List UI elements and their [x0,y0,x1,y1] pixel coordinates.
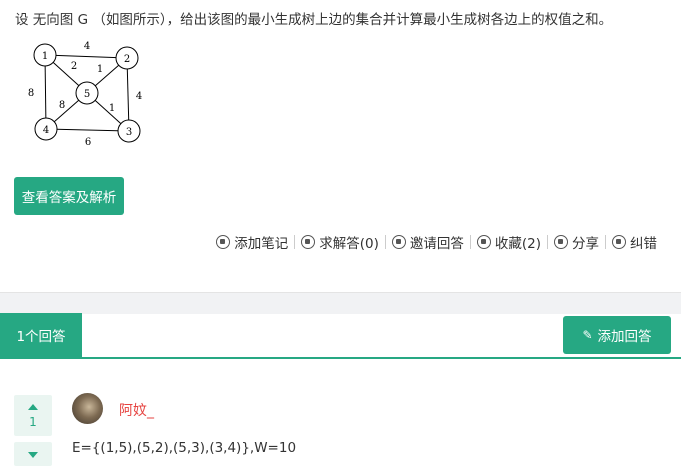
answer-content: E={(1,5),(5,2),(5,3),(3,4)},W=10 [72,440,297,456]
pencil-icon: ✎ [582,328,593,342]
report-error-label: 纠错 [630,236,657,252]
share-label: 分享 [572,236,599,252]
graph-node-label: 5 [84,89,90,100]
invite-icon [391,235,406,249]
avatar[interactable] [72,393,103,424]
graph-edge-weight: 8 [59,100,65,111]
graph-node-label: 2 [124,54,130,65]
arrow-up-icon [28,404,38,410]
graph-diagram: 1 2 3 4 5 4 8 2 1 4 1 8 6 [28,41,142,148]
add-answer-button[interactable]: ✎ 添加回答 [563,316,671,354]
ask-solution-button[interactable]: 求解答(0) [295,232,385,252]
answers-count-tab[interactable]: 1个回答 [0,313,82,357]
invite-answer-label: 邀请回答 [409,236,464,252]
graph-node-label: 1 [42,51,48,62]
section-divider [0,292,681,314]
share-button[interactable]: 分享 [548,232,605,252]
invite-answer-button[interactable]: 邀请回答 [386,232,470,252]
report-error-button[interactable]: 纠错 [606,232,663,252]
downvote-button[interactable] [14,442,52,466]
graph-edge-weight: 6 [85,137,91,148]
graph-edge-1-2 [44,54,128,59]
comment-icon [301,235,316,249]
arrow-down-icon [28,452,38,458]
edit-icon [612,235,626,249]
graph-edge-weight: 4 [84,41,90,52]
note-icon [216,235,231,249]
graph-edge-4-3 [45,128,130,132]
graph-edge-weight: 1 [97,64,103,75]
vote-count: 1 [29,415,37,429]
add-answer-label: 添加回答 [597,329,652,345]
favorite-button[interactable]: 收藏(2) [471,232,547,252]
add-note-button[interactable]: 添加笔记 [210,232,294,252]
graph-edge-weight: 4 [136,91,142,102]
answer-username[interactable]: 阿妏_ [119,400,154,420]
question-text: 设 无向图 G （如图所示），给出该图的最小生成树上边的集合并计算最小生成树各边… [15,12,613,28]
heart-icon [476,235,491,249]
favorite-label: 收藏(2) [494,236,541,252]
view-answer-button[interactable]: 查看答案及解析 [14,177,124,215]
upvote-button[interactable]: 1 [14,395,52,436]
ask-solution-label: 求解答(0) [319,236,379,252]
graph-edge-weight: 8 [28,88,34,99]
graph-edge-weight: 2 [71,61,77,72]
add-note-label: 添加笔记 [234,236,289,252]
graph-node-label: 4 [43,125,49,136]
action-bar: 添加笔记 求解答(0) 邀请回答 收藏(2) 分享 纠错 [210,232,663,252]
graph-edge-weight: 1 [109,103,115,114]
share-icon [554,235,568,249]
answers-tab-bar: 1个回答 ✎ 添加回答 [0,313,681,359]
graph-node-label: 3 [126,127,132,138]
